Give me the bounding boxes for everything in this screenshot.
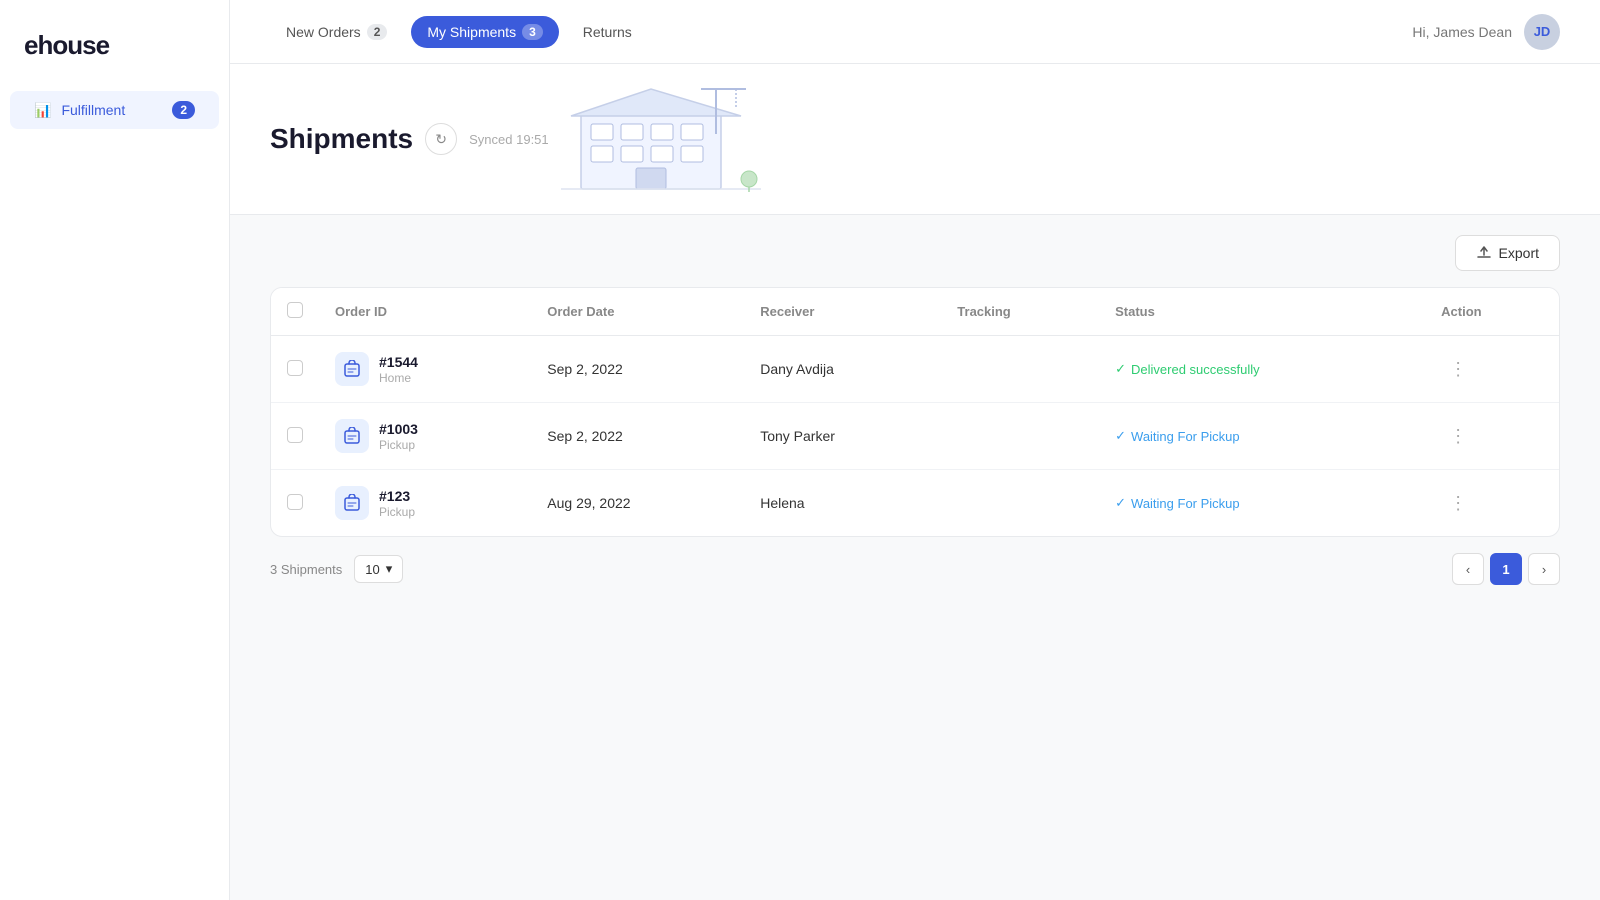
- row-receiver-0: Dany Avdija: [744, 336, 941, 403]
- export-icon: [1476, 245, 1492, 261]
- col-order-date: Order Date: [531, 288, 744, 336]
- status-check-icon-2: ✓: [1115, 495, 1126, 511]
- table-row: #123 Pickup Aug 29, 2022Helena ✓ Waiting…: [271, 470, 1559, 537]
- status-badge-2: ✓ Waiting For Pickup: [1115, 495, 1409, 511]
- row-action-menu-1[interactable]: ⋮: [1441, 422, 1475, 451]
- row-checkbox-2[interactable]: [287, 494, 303, 510]
- nav-greeting: Hi, James Dean: [1412, 24, 1512, 40]
- status-text-0: Delivered successfully: [1131, 362, 1260, 377]
- table-row: #1544 Home Sep 2, 2022Dany Avdija ✓ Deli…: [271, 336, 1559, 403]
- select-all-header[interactable]: [271, 288, 319, 336]
- shipments-table: Order ID Order Date Receiver Tracking St…: [270, 287, 1560, 537]
- tab-returns-label: Returns: [583, 24, 632, 40]
- row-tracking-1: [941, 403, 1099, 470]
- pagination-left: 3 Shipments 10 ▾: [270, 555, 403, 583]
- nav-right: Hi, James Dean JD: [1412, 14, 1560, 50]
- row-order-id-2: #123 Pickup: [319, 470, 531, 537]
- sidebar: ehouse 📊 Fulfillment 2: [0, 0, 230, 900]
- row-action-menu-0[interactable]: ⋮: [1441, 355, 1475, 384]
- next-page-button[interactable]: ›: [1528, 553, 1560, 585]
- row-date-2: Aug 29, 2022: [531, 470, 744, 537]
- status-badge-1: ✓ Waiting For Pickup: [1115, 428, 1409, 444]
- tab-my-shipments[interactable]: My Shipments 3: [411, 16, 558, 48]
- row-action-0: ⋮: [1425, 336, 1559, 403]
- row-action-2: ⋮: [1425, 470, 1559, 537]
- row-order-id-0: #1544 Home: [319, 336, 531, 403]
- pagination-right: ‹ 1 ›: [1452, 553, 1560, 585]
- per-page-chevron-icon: ▾: [386, 561, 393, 577]
- sidebar-badge: 2: [172, 101, 195, 119]
- row-status-0: ✓ Delivered successfully: [1099, 336, 1425, 403]
- pagination-row: 3 Shipments 10 ▾ ‹ 1 ›: [270, 537, 1560, 589]
- sync-button[interactable]: ↻: [425, 123, 457, 155]
- row-checkbox-cell-2: [271, 470, 319, 537]
- page-header: Shipments ↻ Synced 19:51: [230, 64, 1600, 215]
- fulfillment-icon: 📊: [34, 102, 51, 119]
- top-nav: New Orders 2 My Shipments 3 Returns Hi, …: [230, 0, 1600, 64]
- tab-new-orders[interactable]: New Orders 2: [270, 16, 403, 48]
- export-row: Export: [270, 235, 1560, 271]
- warehouse-illustration: [561, 84, 761, 194]
- table-row: #1003 Pickup Sep 2, 2022Tony Parker ✓ Wa…: [271, 403, 1559, 470]
- row-date-0: Sep 2, 2022: [531, 336, 744, 403]
- tab-new-orders-badge: 2: [367, 24, 388, 40]
- col-status: Status: [1099, 288, 1425, 336]
- row-action-1: ⋮: [1425, 403, 1559, 470]
- main-content: New Orders 2 My Shipments 3 Returns Hi, …: [230, 0, 1600, 900]
- status-text-1: Waiting For Pickup: [1131, 429, 1240, 444]
- row-status-1: ✓ Waiting For Pickup: [1099, 403, 1425, 470]
- row-checkbox-cell-0: [271, 336, 319, 403]
- status-check-icon-1: ✓: [1115, 428, 1126, 444]
- row-tracking-0: [941, 336, 1099, 403]
- col-tracking: Tracking: [941, 288, 1099, 336]
- current-page-button[interactable]: 1: [1490, 553, 1522, 585]
- order-id-value-2: #123: [379, 488, 415, 504]
- order-type-value-2: Pickup: [379, 505, 415, 519]
- col-action: Action: [1425, 288, 1559, 336]
- row-date-1: Sep 2, 2022: [531, 403, 744, 470]
- order-type-icon-0: [335, 352, 369, 386]
- order-type-value-1: Pickup: [379, 438, 418, 452]
- order-type-value-0: Home: [379, 371, 418, 385]
- row-receiver-1: Tony Parker: [744, 403, 941, 470]
- sidebar-item-fulfillment[interactable]: 📊 Fulfillment 2: [10, 91, 219, 129]
- tab-returns[interactable]: Returns: [567, 16, 648, 48]
- select-all-checkbox[interactable]: [287, 302, 303, 318]
- prev-page-button[interactable]: ‹: [1452, 553, 1484, 585]
- row-checkbox-cell-1: [271, 403, 319, 470]
- status-text-2: Waiting For Pickup: [1131, 496, 1240, 511]
- row-checkbox-0[interactable]: [287, 360, 303, 376]
- sidebar-item-label: Fulfillment: [61, 102, 125, 118]
- row-status-2: ✓ Waiting For Pickup: [1099, 470, 1425, 537]
- tab-my-shipments-label: My Shipments: [427, 24, 516, 40]
- col-order-id: Order ID: [319, 288, 531, 336]
- export-button[interactable]: Export: [1455, 235, 1560, 271]
- per-page-value: 10: [365, 562, 379, 577]
- order-id-value-1: #1003: [379, 421, 418, 437]
- status-badge-0: ✓ Delivered successfully: [1115, 361, 1409, 377]
- per-page-select[interactable]: 10 ▾: [354, 555, 403, 583]
- total-shipments: 3 Shipments: [270, 562, 342, 577]
- nav-tabs: New Orders 2 My Shipments 3 Returns: [270, 16, 648, 48]
- row-receiver-2: Helena: [744, 470, 941, 537]
- col-receiver: Receiver: [744, 288, 941, 336]
- tab-my-shipments-badge: 3: [522, 24, 543, 40]
- row-tracking-2: [941, 470, 1099, 537]
- avatar: JD: [1524, 14, 1560, 50]
- sync-status: Synced 19:51: [469, 132, 549, 147]
- row-action-menu-2[interactable]: ⋮: [1441, 489, 1475, 518]
- page-title: Shipments: [270, 123, 413, 155]
- order-id-value-0: #1544: [379, 354, 418, 370]
- app-logo: ehouse: [0, 20, 229, 91]
- row-order-id-1: #1003 Pickup: [319, 403, 531, 470]
- row-checkbox-1[interactable]: [287, 427, 303, 443]
- order-type-icon-2: [335, 486, 369, 520]
- status-check-icon-0: ✓: [1115, 361, 1126, 377]
- order-type-icon-1: [335, 419, 369, 453]
- content-area: Export Order ID Order Date Receiver: [230, 215, 1600, 900]
- tab-new-orders-label: New Orders: [286, 24, 361, 40]
